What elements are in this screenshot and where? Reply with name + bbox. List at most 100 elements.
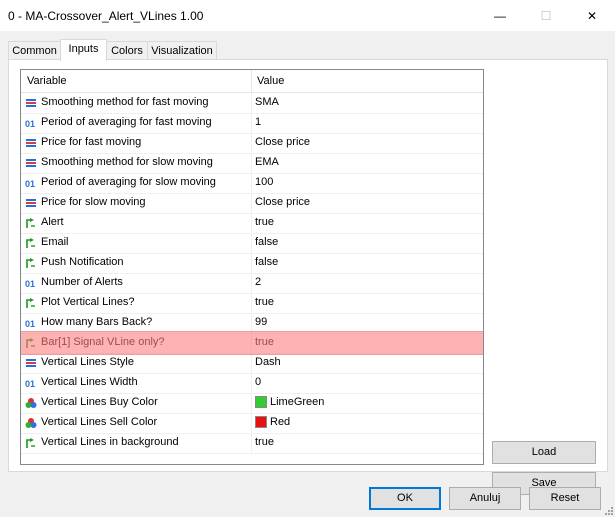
- maximize-icon: ☐: [540, 8, 552, 23]
- grid-row[interactable]: Vertical Lines Buy Color LimeGreen: [21, 393, 483, 414]
- grid-row[interactable]: 01 How many Bars Back? 99: [21, 313, 483, 334]
- row-variable-name: Alert: [41, 216, 64, 228]
- row-variable-name: Vertical Lines Sell Color: [41, 416, 158, 428]
- grid-row[interactable]: Price for slow moving Close price: [21, 193, 483, 214]
- column-divider: [251, 193, 252, 213]
- tab-colors[interactable]: Colors: [106, 41, 148, 60]
- row-value[interactable]: LimeGreen: [270, 396, 324, 408]
- row-value[interactable]: false: [255, 256, 278, 268]
- color-swatch[interactable]: [255, 416, 267, 428]
- column-divider: [251, 213, 252, 233]
- dialog-body: Common Inputs Colors Visualization Varia…: [0, 31, 615, 517]
- grid-header: Variable Value: [21, 70, 483, 93]
- maximize-button[interactable]: ☐: [523, 0, 569, 31]
- column-divider: [251, 293, 252, 313]
- reset-button[interactable]: Reset: [529, 487, 601, 510]
- bool-icon: [25, 437, 37, 449]
- column-divider: [251, 173, 252, 193]
- grid-row[interactable]: Vertical Lines Style Dash: [21, 353, 483, 374]
- int-icon: 01: [25, 317, 37, 329]
- cancel-button[interactable]: Anuluj: [449, 487, 521, 510]
- row-variable-name: Push Notification: [41, 256, 124, 268]
- bool-icon: [25, 217, 37, 229]
- grid-row[interactable]: Push Notification false: [21, 253, 483, 274]
- grid-row[interactable]: 01 Number of Alerts 2: [21, 273, 483, 294]
- grid-row[interactable]: Email false: [21, 233, 483, 254]
- grid-row[interactable]: Price for fast moving Close price: [21, 133, 483, 154]
- row-value[interactable]: 100: [255, 176, 273, 188]
- row-value[interactable]: 1: [255, 116, 261, 128]
- enum-icon: [25, 357, 37, 369]
- row-variable-name: Number of Alerts: [41, 276, 123, 288]
- row-value[interactable]: Dash: [255, 356, 281, 368]
- row-variable-name: Vertical Lines in background: [41, 436, 179, 448]
- int-icon: 01: [25, 177, 37, 189]
- row-value[interactable]: true: [255, 436, 274, 448]
- parameters-grid[interactable]: Variable Value Smoothing method for fast…: [20, 69, 484, 465]
- grid-row[interactable]: 01 Vertical Lines Width 0: [21, 373, 483, 394]
- int-icon: 01: [25, 117, 37, 129]
- color-swatch[interactable]: [255, 396, 267, 408]
- row-value[interactable]: 0: [255, 376, 261, 388]
- row-value[interactable]: Close price: [255, 196, 310, 208]
- row-variable-name: Plot Vertical Lines?: [41, 296, 135, 308]
- row-variable-name: Email: [41, 236, 69, 248]
- title-bar: 0 - MA-Crossover_Alert_VLines 1.00 — ☐ ✕: [0, 0, 615, 31]
- row-variable-name: Period of averaging for fast moving: [41, 116, 212, 128]
- row-value[interactable]: true: [255, 296, 274, 308]
- grid-row[interactable]: Alert true: [21, 213, 483, 234]
- row-variable-name: How many Bars Back?: [41, 316, 153, 328]
- grid-row[interactable]: Vertical Lines Sell Color Red: [21, 413, 483, 434]
- tab-inputs[interactable]: Inputs: [60, 39, 107, 61]
- int-icon: 01: [25, 277, 37, 289]
- column-divider: [251, 393, 252, 413]
- minimize-button[interactable]: —: [477, 0, 523, 31]
- minimize-icon: —: [494, 8, 506, 23]
- grid-row[interactable]: 01 Period of averaging for fast moving 1: [21, 113, 483, 134]
- row-value[interactable]: true: [255, 216, 274, 228]
- row-value[interactable]: 2: [255, 276, 261, 288]
- column-divider: [251, 353, 252, 373]
- bool-icon: [25, 297, 37, 309]
- close-button[interactable]: ✕: [569, 0, 615, 31]
- tab-common[interactable]: Common: [8, 41, 61, 60]
- ok-button[interactable]: OK: [369, 487, 441, 510]
- grid-row[interactable]: Smoothing method for slow moving EMA: [21, 153, 483, 174]
- row-value[interactable]: Close price: [255, 136, 310, 148]
- column-divider: [251, 153, 252, 173]
- bool-icon: [25, 337, 37, 349]
- grid-row[interactable]: Vertical Lines in background true: [21, 433, 483, 454]
- column-divider: [251, 253, 252, 273]
- grid-row[interactable]: Plot Vertical Lines? true: [21, 293, 483, 314]
- enum-icon: [25, 97, 37, 109]
- color-icon: [25, 417, 37, 429]
- column-header-variable[interactable]: Variable: [27, 75, 67, 87]
- color-icon: [25, 397, 37, 409]
- column-divider: [251, 233, 252, 253]
- bool-icon: [25, 257, 37, 269]
- grid-row[interactable]: Smoothing method for fast moving SMA: [21, 93, 483, 114]
- svg-text:01: 01: [25, 119, 35, 129]
- bool-icon: [25, 237, 37, 249]
- row-value[interactable]: SMA: [255, 96, 279, 108]
- grid-row[interactable]: Bar[1] Signal VLine only? true: [21, 333, 483, 354]
- load-button[interactable]: Load: [492, 441, 596, 464]
- row-value[interactable]: false: [255, 236, 278, 248]
- tab-visualization[interactable]: Visualization: [147, 41, 217, 60]
- resize-grip-icon[interactable]: [603, 505, 613, 515]
- row-variable-name: Smoothing method for fast moving: [41, 96, 209, 108]
- grid-row[interactable]: 01 Period of averaging for slow moving 100: [21, 173, 483, 194]
- row-variable-name: Period of averaging for slow moving: [41, 176, 216, 188]
- row-variable-name: Vertical Lines Style: [41, 356, 134, 368]
- row-variable-name: Bar[1] Signal VLine only?: [41, 336, 165, 348]
- row-variable-name: Smoothing method for slow moving: [41, 156, 213, 168]
- row-value[interactable]: EMA: [255, 156, 279, 168]
- column-divider: [251, 133, 252, 153]
- row-variable-name: Price for slow moving: [41, 196, 146, 208]
- row-value[interactable]: true: [255, 336, 274, 348]
- column-header-value[interactable]: Value: [257, 75, 284, 87]
- row-value[interactable]: 99: [255, 316, 267, 328]
- enum-icon: [25, 197, 37, 209]
- svg-text:01: 01: [25, 279, 35, 289]
- row-value[interactable]: Red: [270, 416, 290, 428]
